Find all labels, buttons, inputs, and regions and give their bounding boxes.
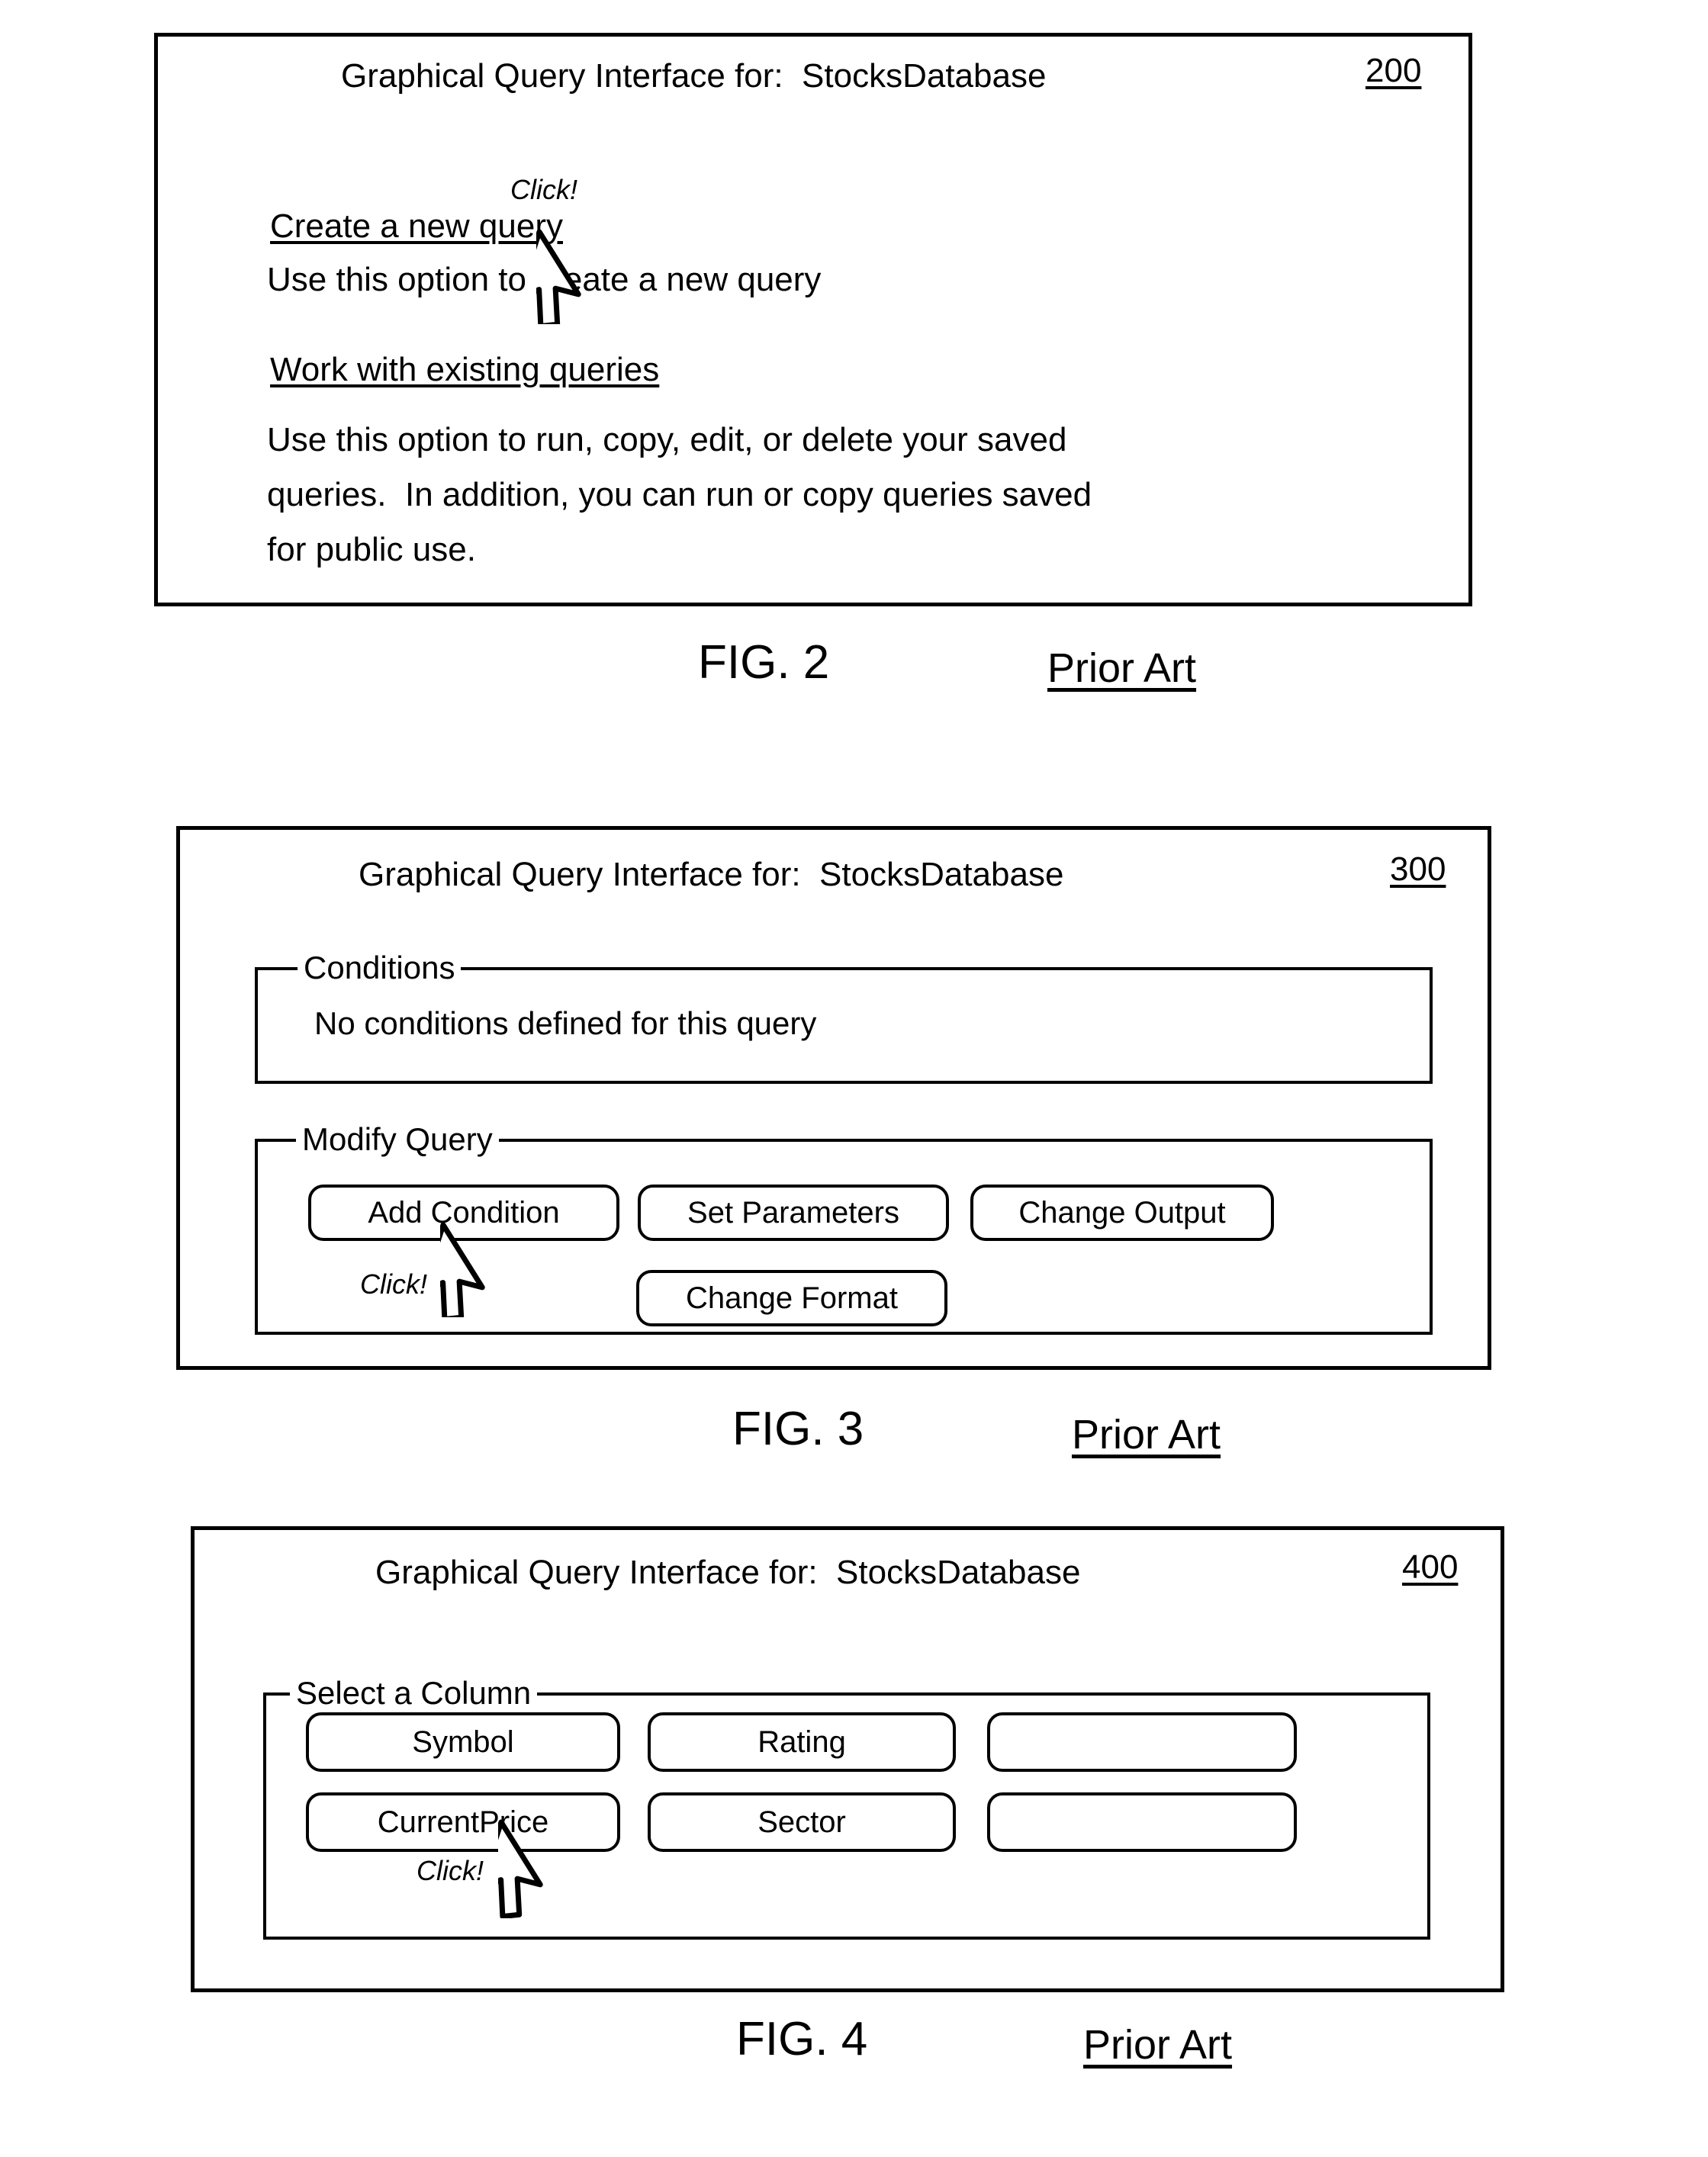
fig3-window-title: Graphical Query Interface for: StocksDat… bbox=[359, 856, 1064, 893]
fig2-create-new-query-link[interactable]: Create a new query bbox=[270, 207, 563, 246]
fig4-select-column-legend: Select a Column bbox=[290, 1677, 538, 1709]
fig3-change-format-button[interactable]: Change Format bbox=[636, 1270, 947, 1326]
fig4-column-button-sector[interactable]: Sector bbox=[648, 1792, 956, 1852]
fig2-work-existing-queries-link[interactable]: Work with existing queries bbox=[270, 351, 659, 389]
fig3-change-output-button[interactable]: Change Output bbox=[970, 1185, 1274, 1241]
fig4-reference-numeral: 400 bbox=[1402, 1548, 1459, 1586]
fig2-caption: FIG. 2 bbox=[698, 636, 830, 689]
fig4-caption: FIG. 4 bbox=[736, 2013, 868, 2065]
fig3-conditions-body-text: No conditions defined for this query bbox=[314, 1005, 817, 1041]
fig4-column-button-symbol[interactable]: Symbol bbox=[306, 1712, 620, 1772]
fig4-click-annotation: Click! bbox=[417, 1855, 484, 1886]
fig2-window-title: Graphical Query Interface for: StocksDat… bbox=[341, 57, 1047, 95]
fig4-column-button-rating[interactable]: Rating bbox=[648, 1712, 956, 1772]
fig3-prior-art-note: Prior Art bbox=[1072, 1412, 1221, 1458]
fig4-column-button-currentprice[interactable]: CurrentPrice bbox=[306, 1792, 620, 1852]
fig4-prior-art-note: Prior Art bbox=[1083, 2022, 1233, 2068]
fig2-reference-numeral: 200 bbox=[1365, 52, 1422, 89]
figure-2-window-panel bbox=[154, 33, 1472, 606]
fig2-work-existing-queries-description-line2: queries. In addition, you can run or cop… bbox=[267, 476, 1092, 513]
fig3-add-condition-button[interactable]: Add Condition bbox=[308, 1185, 619, 1241]
fig3-set-parameters-button[interactable]: Set Parameters bbox=[638, 1185, 949, 1241]
fig4-column-button-empty-1[interactable] bbox=[987, 1712, 1297, 1772]
fig2-click-annotation: Click! bbox=[510, 174, 577, 205]
fig2-work-existing-queries-description-line1: Use this option to run, copy, edit, or d… bbox=[267, 421, 1067, 458]
fig3-reference-numeral: 300 bbox=[1390, 850, 1446, 888]
fig2-create-new-query-description: Use this option to create a new query bbox=[267, 261, 822, 298]
fig3-conditions-legend: Conditions bbox=[298, 952, 462, 984]
fig2-prior-art-note: Prior Art bbox=[1047, 645, 1197, 691]
fig3-click-annotation: Click! bbox=[360, 1268, 427, 1300]
fig4-column-button-empty-2[interactable] bbox=[987, 1792, 1297, 1852]
fig2-work-existing-queries-description-line3: for public use. bbox=[267, 531, 476, 568]
fig3-caption: FIG. 3 bbox=[732, 1403, 864, 1455]
fig3-modify-query-legend: Modify Query bbox=[296, 1124, 499, 1156]
fig4-window-title: Graphical Query Interface for: StocksDat… bbox=[375, 1554, 1081, 1591]
